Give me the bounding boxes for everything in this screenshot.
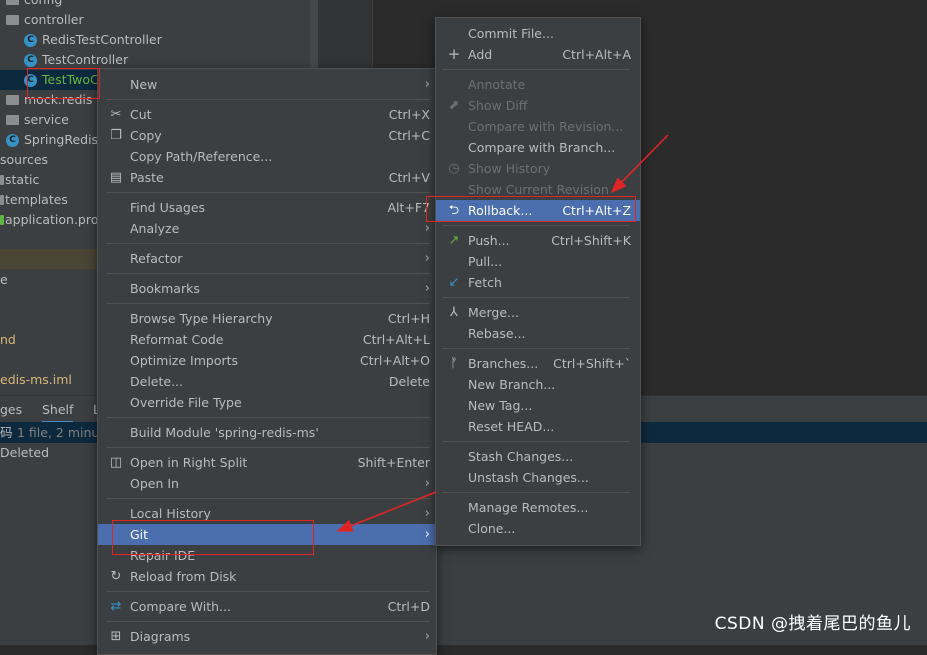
watermark: CSDN @拽着尾巴的鱼儿 <box>714 614 911 634</box>
arrow-to-rollback <box>610 134 669 194</box>
annotation-arrows <box>336 134 669 532</box>
arrow-to-git <box>336 491 437 532</box>
